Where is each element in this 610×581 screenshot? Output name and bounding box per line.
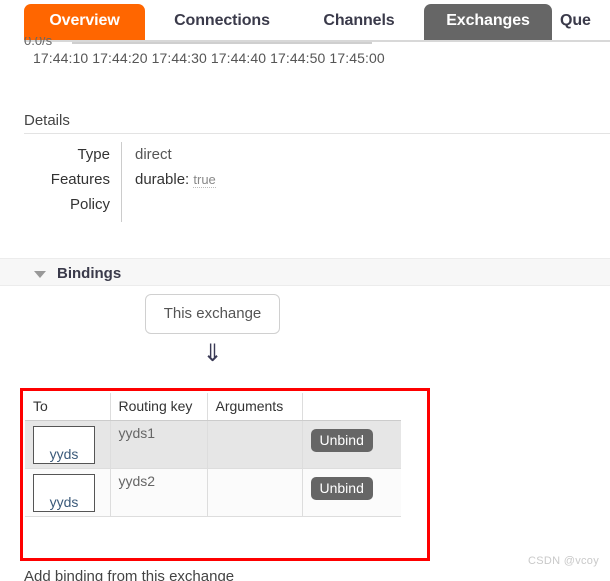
details-section-title: Details (24, 112, 70, 129)
binding-arguments-cell (207, 420, 303, 469)
binding-arguments-cell (207, 468, 303, 517)
details-divider (24, 133, 610, 134)
table-row: yyds yyds1 Unbind (25, 420, 401, 469)
chart-x-tick-labels: 17:44:10 17:44:20 17:44:30 17:44:40 17:4… (33, 50, 385, 66)
detail-row-type: Type direct (24, 142, 424, 167)
column-header-to[interactable]: To (25, 393, 111, 421)
tab-channels[interactable]: Channels (300, 4, 418, 41)
bindings-section-title: Bindings (57, 265, 122, 282)
unbind-button[interactable]: Unbind (310, 477, 373, 500)
watermark-text: CSDN @vcoy (528, 555, 600, 567)
unbind-button[interactable]: Unbind (310, 429, 373, 452)
tab-exchanges[interactable]: Exchanges (424, 4, 552, 41)
column-header-arguments[interactable]: Arguments (207, 393, 303, 421)
binding-to-cell: yyds (25, 420, 111, 469)
table-row: yyds yyds2 Unbind (25, 468, 401, 517)
feature-name: durable: (135, 171, 190, 188)
queue-link-yyds[interactable]: yyds (33, 426, 95, 464)
bindings-section-header[interactable]: Bindings (0, 258, 610, 286)
this-exchange-box: This exchange (145, 294, 280, 334)
detail-label-type: Type (77, 146, 110, 163)
tab-queues[interactable]: Que (560, 4, 610, 41)
table-bottom-padding (25, 533, 401, 557)
tab-connections[interactable]: Connections (152, 4, 292, 41)
detail-label-features: Features (50, 171, 110, 188)
chart-axis-line (72, 42, 372, 44)
detail-value-type: direct (135, 146, 172, 163)
binding-routing-key-cell: yyds1 (110, 420, 208, 469)
column-header-actions (302, 393, 401, 421)
table-header-row: To Routing key Arguments (25, 393, 401, 421)
detail-label-policy: Policy (69, 196, 110, 213)
chevron-down-icon[interactable] (34, 271, 46, 278)
binding-action-cell: Unbind (302, 420, 401, 469)
binding-action-cell: Unbind (302, 468, 401, 517)
column-header-routing-key[interactable]: Routing key (110, 393, 208, 421)
main-tab-bar: Overview Connections Channels Exchanges … (0, 0, 610, 41)
detail-value-policy (122, 192, 135, 222)
add-binding-section-title[interactable]: Add binding from this exchange (24, 568, 234, 581)
tab-overview[interactable]: Overview (24, 4, 145, 41)
bindings-table: To Routing key Arguments yyds yyds1 Unbi… (25, 393, 401, 517)
chart-axis-remnant: 0.0/s 17:44:10 17:44:20 17:44:30 17:44:4… (24, 37, 610, 71)
detail-row-features: Features durable: true (24, 167, 424, 192)
binding-to-cell: yyds (25, 468, 111, 517)
detail-row-policy: Policy (24, 192, 424, 222)
queue-link-yyds[interactable]: yyds (33, 474, 95, 512)
details-table: Type direct Features durable: true Polic… (24, 142, 424, 222)
exchange-detail-page: Overview Connections Channels Exchanges … (0, 0, 610, 581)
binding-routing-key-cell: yyds2 (110, 468, 208, 517)
detail-value-features: durable: true (122, 167, 216, 192)
feature-value: true (193, 172, 216, 188)
chart-y-axis-label: 0.0/s (24, 37, 53, 48)
double-down-arrow-icon: ⇓ (202, 340, 223, 367)
